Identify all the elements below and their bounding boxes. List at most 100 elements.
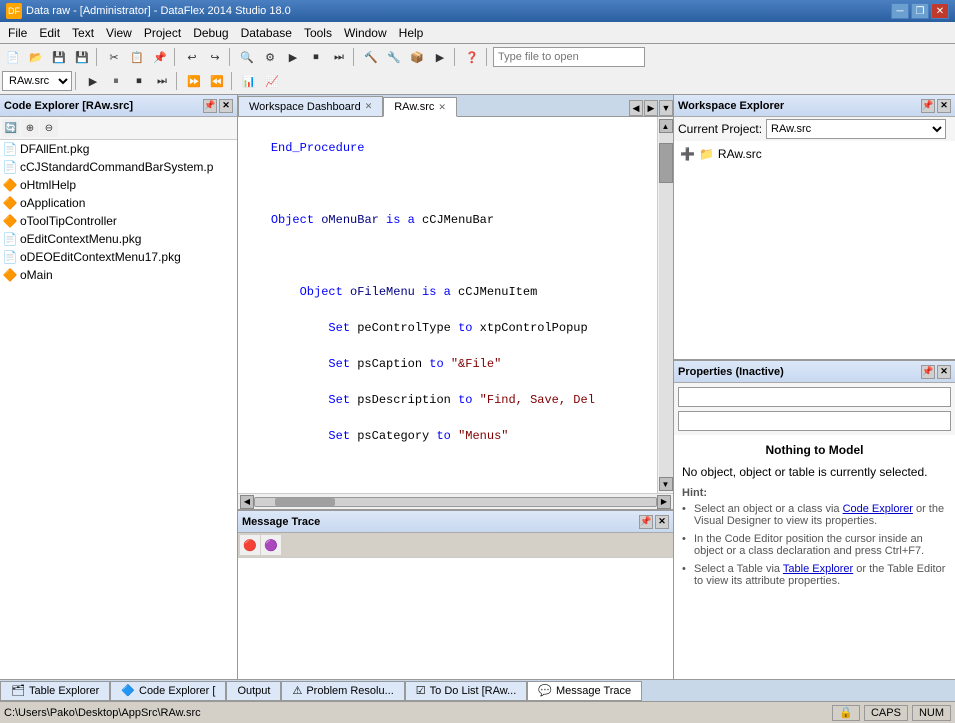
tb-btn-run[interactable]: ▶ — [429, 46, 451, 68]
scroll-right-btn[interactable]: ▶ — [657, 495, 671, 509]
table-explorer-link[interactable]: Table Explorer — [783, 563, 853, 575]
msg-close-btn[interactable]: ✕ — [655, 515, 669, 529]
scroll-up-btn[interactable]: ▲ — [659, 119, 673, 133]
tb-misc-b[interactable]: 📈 — [261, 70, 283, 92]
close-panel-button[interactable]: ✕ — [219, 99, 233, 113]
title-bar-buttons[interactable]: ─ ❐ ✕ — [891, 3, 949, 19]
tab-prev-btn[interactable]: ◀ — [629, 100, 643, 116]
menu-tools[interactable]: Tools — [298, 24, 338, 42]
pin-button[interactable]: 📌 — [203, 99, 217, 113]
tb-btn-misc5[interactable]: ⏭ — [328, 46, 350, 68]
tb-misc-a[interactable]: 📊 — [238, 70, 260, 92]
scroll-left-btn[interactable]: ◀ — [240, 495, 254, 509]
tab-workspace-close[interactable]: ✕ — [365, 101, 373, 112]
code-explorer-header-btns[interactable]: 📌 ✕ — [203, 99, 233, 113]
scroll-thumb-h[interactable] — [275, 498, 335, 506]
editor-hscroll[interactable]: ◀ ▶ — [238, 493, 673, 509]
undo-button[interactable]: ↩ — [181, 46, 203, 68]
open-file-input[interactable] — [493, 47, 645, 67]
menu-file[interactable]: File — [2, 24, 33, 42]
tb-btn-misc2[interactable]: ⚙ — [259, 46, 281, 68]
scroll-track-h[interactable] — [254, 497, 657, 507]
props-header-btns[interactable]: 📌 ✕ — [921, 365, 951, 379]
message-trace-content[interactable] — [238, 558, 673, 679]
tree-item-deoedit[interactable]: 📄 oDEOEditContextMenu17.pkg — [0, 248, 237, 266]
bottom-tab-code-explorer[interactable]: 🔷 Code Explorer [ — [110, 681, 226, 701]
restore-button[interactable]: ❐ — [911, 3, 929, 19]
tb-run-btn[interactable]: ▶ — [82, 70, 104, 92]
message-trace-header-btns[interactable]: 📌 ✕ — [639, 515, 669, 529]
tree-item-editctx[interactable]: 📄 oEditContextMenu.pkg — [0, 230, 237, 248]
tab-navigation[interactable]: ◀ ▶ ▼ — [629, 100, 673, 116]
tb-back-btn[interactable]: ⏪ — [206, 70, 228, 92]
tree-item-oapp[interactable]: 🔶 oApplication — [0, 194, 237, 212]
current-project-select[interactable]: RAw.src — [766, 119, 946, 139]
save-all-button[interactable]: 💾 — [71, 46, 93, 68]
tab-raw-src[interactable]: RAw.src ✕ — [383, 97, 457, 117]
tree-item-dfallent[interactable]: 📄 DFAllEnt.pkg — [0, 140, 237, 158]
new-button[interactable]: 📄 — [2, 46, 24, 68]
editor-scrollbar-vertical[interactable]: ▲ ▼ — [657, 117, 673, 493]
menu-debug[interactable]: Debug — [187, 24, 234, 42]
tb-btn-build2[interactable]: 🔧 — [383, 46, 405, 68]
ws-item-raw[interactable]: ➕ 📁 RAw.src — [678, 145, 951, 163]
properties-input-1[interactable] — [678, 387, 951, 407]
tb-btn-misc1[interactable]: 🔍 — [236, 46, 258, 68]
props-close-btn[interactable]: ✕ — [937, 365, 951, 379]
cut-button[interactable]: ✂ — [103, 46, 125, 68]
bottom-tab-todo[interactable]: ☑ To Do List [RAw... — [405, 681, 527, 701]
we-pin-btn[interactable]: 📌 — [921, 99, 935, 113]
tb-step-btn[interactable]: ⏭ — [151, 70, 173, 92]
we-header-btns[interactable]: 📌 ✕ — [921, 99, 951, 113]
close-button[interactable]: ✕ — [931, 3, 949, 19]
bottom-tab-table-explorer[interactable]: 🗂 Table Explorer — [0, 681, 110, 701]
ce-collapse-btn[interactable]: ⊖ — [40, 119, 58, 137]
minimize-button[interactable]: ─ — [891, 3, 909, 19]
open-button[interactable]: 📂 — [25, 46, 47, 68]
tab-raw-close[interactable]: ✕ — [438, 102, 446, 113]
tree-item-cjstd[interactable]: 📄 cCJStandardCommandBarSystem.p — [0, 158, 237, 176]
bottom-tab-problem[interactable]: ⚠ Problem Resolu... — [281, 681, 404, 701]
we-close-btn[interactable]: ✕ — [937, 99, 951, 113]
tree-item-omain[interactable]: 🔶 oMain — [0, 266, 237, 284]
msg-clear-btn[interactable]: 🔴 — [240, 535, 260, 555]
msg-stop-btn[interactable]: 🟣 — [261, 535, 281, 555]
menu-database[interactable]: Database — [235, 24, 298, 42]
save-button[interactable]: 💾 — [48, 46, 70, 68]
tb-next-btn[interactable]: ⏩ — [183, 70, 205, 92]
tb-btn-help[interactable]: ❓ — [461, 46, 483, 68]
scroll-track-v[interactable] — [659, 133, 673, 477]
file-selector[interactable]: RAw.src — [2, 71, 72, 91]
menu-edit[interactable]: Edit — [33, 24, 66, 42]
menu-view[interactable]: View — [100, 24, 138, 42]
redo-button[interactable]: ↪ — [204, 46, 226, 68]
tb-pause-btn[interactable]: ⏸ — [105, 70, 127, 92]
tree-item-tooltip[interactable]: 🔶 oToolTipController — [0, 212, 237, 230]
menu-project[interactable]: Project — [138, 24, 187, 42]
tb-btn-misc3[interactable]: ▶ — [282, 46, 304, 68]
tb-btn-misc4[interactable]: ⏹ — [305, 46, 327, 68]
bottom-tab-output[interactable]: Output — [226, 681, 281, 701]
copy-button[interactable]: 📋 — [126, 46, 148, 68]
ce-refresh-btn[interactable]: 🔄 — [2, 119, 20, 137]
tab-workspace-dashboard[interactable]: Workspace Dashboard ✕ — [238, 96, 383, 116]
menu-window[interactable]: Window — [338, 24, 393, 42]
ce-expand-btn[interactable]: ⊕ — [21, 119, 39, 137]
menu-help[interactable]: Help — [393, 24, 430, 42]
msg-pin-btn[interactable]: 📌 — [639, 515, 653, 529]
tb-btn-build1[interactable]: 🔨 — [360, 46, 382, 68]
tb-btn-build3[interactable]: 📦 — [406, 46, 428, 68]
tab-next-btn[interactable]: ▶ — [644, 100, 658, 116]
props-pin-btn[interactable]: 📌 — [921, 365, 935, 379]
properties-input-2[interactable] — [678, 411, 951, 431]
bottom-tab-message-trace[interactable]: 💬 Message Trace — [527, 681, 642, 701]
scroll-down-btn[interactable]: ▼ — [659, 477, 673, 491]
tree-item-htmlhelp[interactable]: 🔶 oHtmlHelp — [0, 176, 237, 194]
tb-stop-btn[interactable]: ⏹ — [128, 70, 150, 92]
paste-button[interactable]: 📌 — [149, 46, 171, 68]
code-explorer-link[interactable]: Code Explorer — [843, 503, 913, 515]
editor-scroll[interactable]: End_Procedure Object oMenuBar is a cCJMe… — [238, 117, 657, 493]
scroll-thumb-v[interactable] — [659, 143, 673, 183]
menu-text[interactable]: Text — [66, 24, 100, 42]
code-content[interactable]: End_Procedure Object oMenuBar is a cCJMe… — [238, 117, 657, 493]
